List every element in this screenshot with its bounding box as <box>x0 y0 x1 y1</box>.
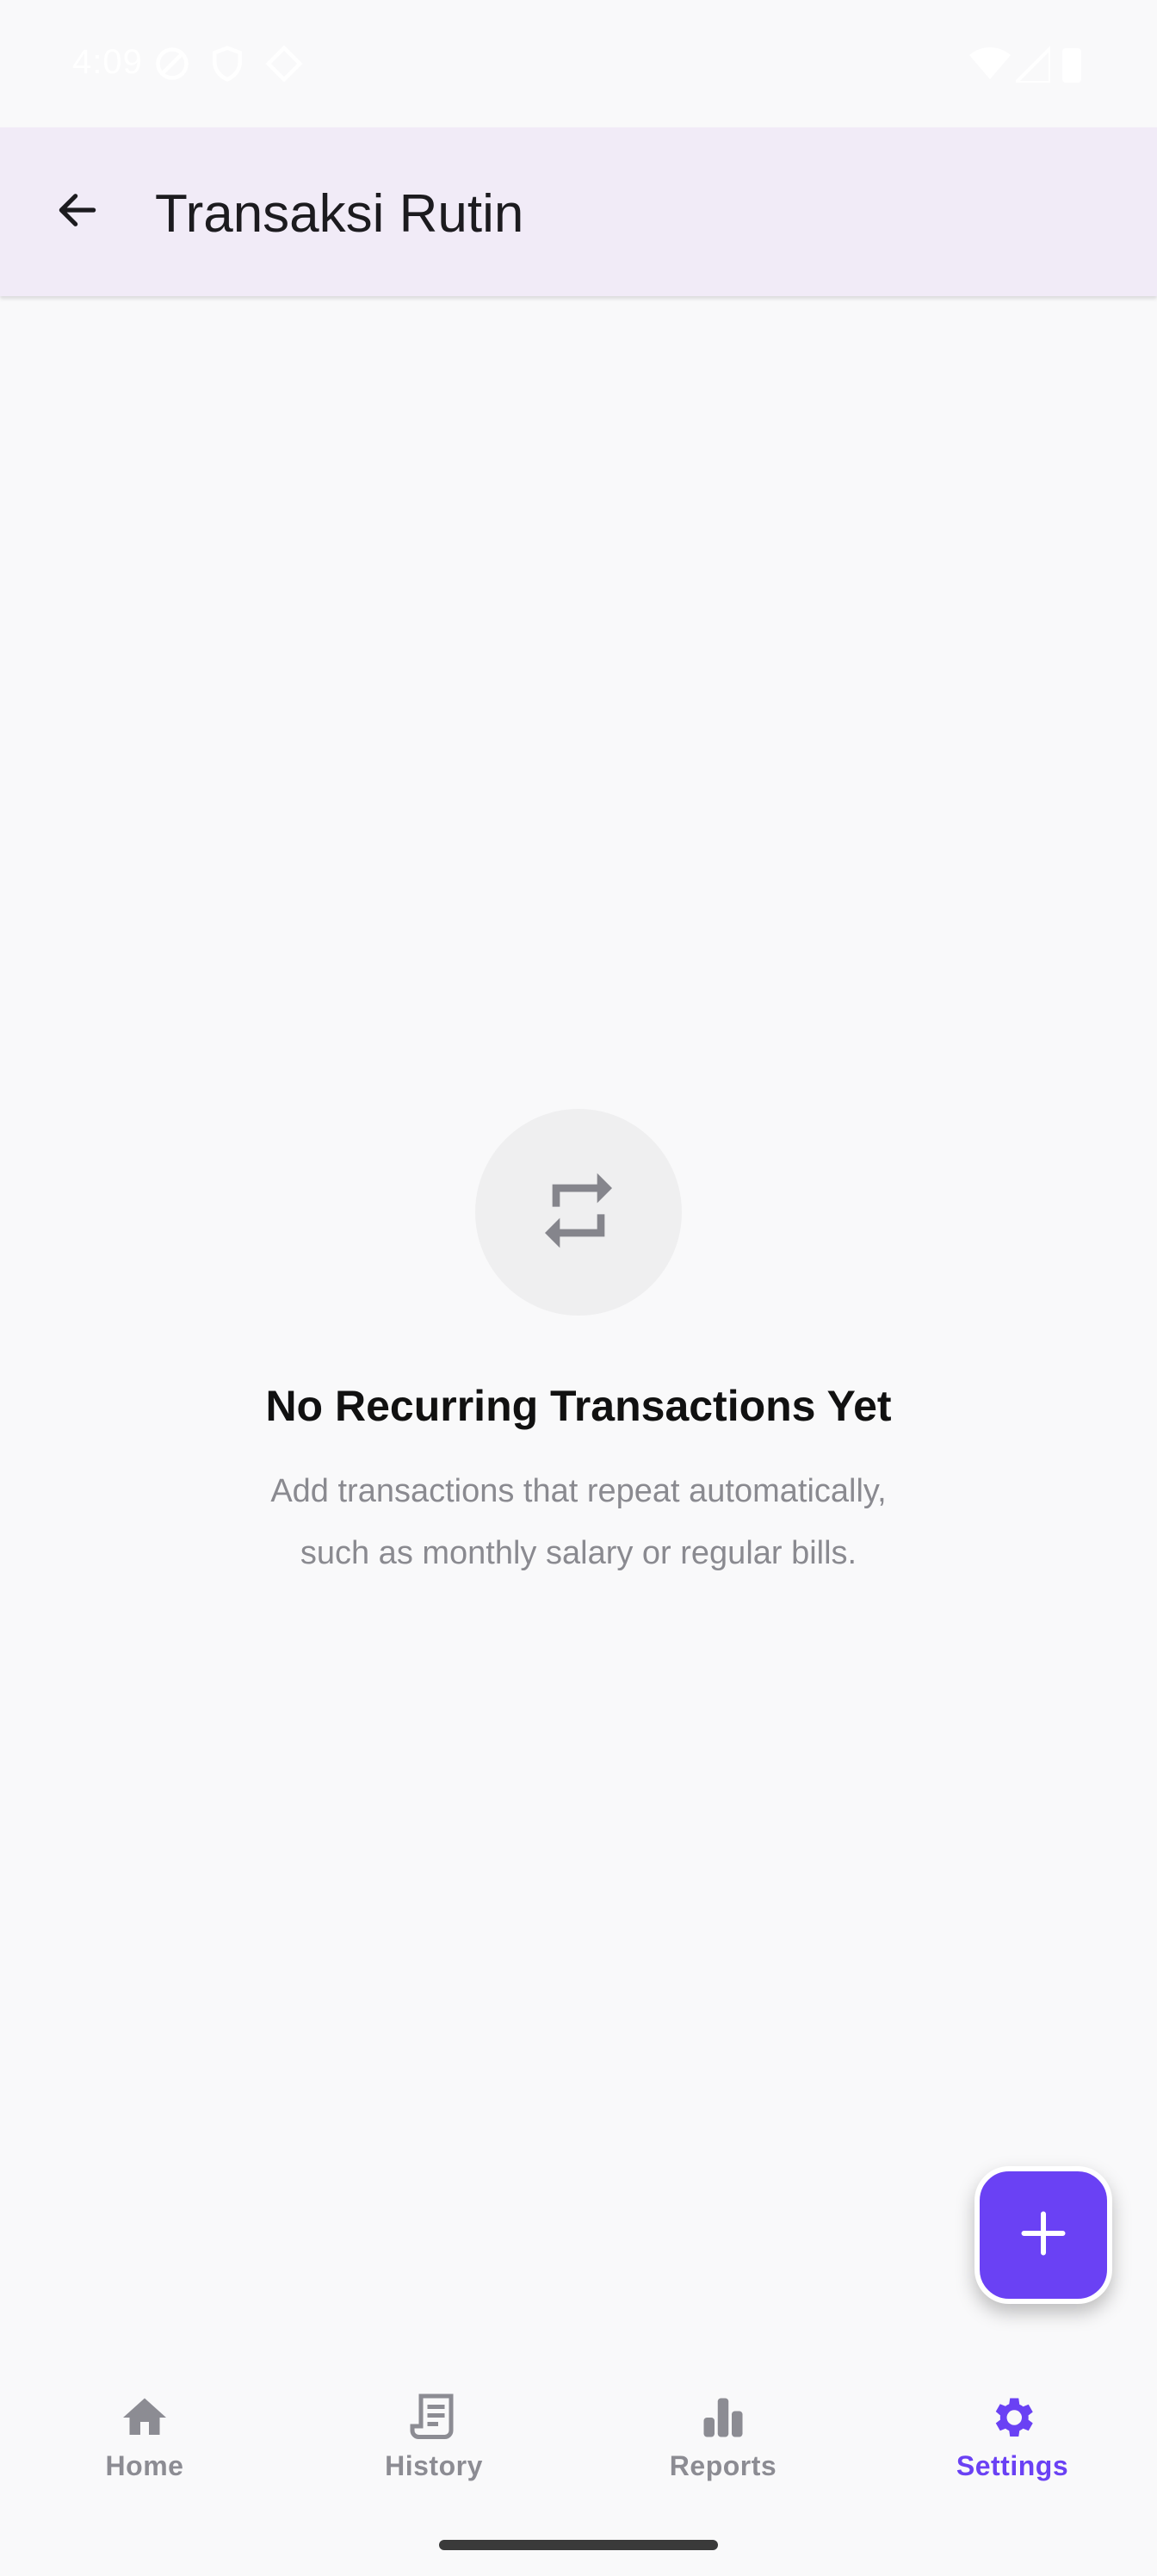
nav-item-home[interactable]: Home <box>59 2387 231 2490</box>
nav-label-reports: Reports <box>669 2450 777 2481</box>
page-title: Transaksi Rutin <box>155 184 524 244</box>
nav-item-history[interactable]: History <box>348 2387 520 2490</box>
status-time: 4:09 <box>72 43 143 81</box>
bar-chart-icon <box>692 2387 754 2449</box>
plus-icon <box>1018 2208 1069 2263</box>
empty-state-icon-circle <box>475 1109 682 1316</box>
sync-off-icon <box>153 45 191 87</box>
status-bar: 4:09 <box>0 0 1157 127</box>
gear-icon <box>981 2387 1043 2449</box>
nav-label-history: History <box>385 2450 483 2481</box>
receipt-icon <box>403 2387 465 2449</box>
nav-item-settings[interactable]: Settings <box>926 2387 1098 2490</box>
nav-label-settings: Settings <box>956 2450 1069 2481</box>
empty-state-line-1: Add transactions that repeat automatical… <box>270 1473 887 1509</box>
shield-icon <box>208 45 246 87</box>
nav-item-reports[interactable]: Reports <box>637 2387 809 2490</box>
arrow-left-icon <box>53 186 102 238</box>
diamond-icon <box>265 45 303 87</box>
app-bar: Transaksi Rutin <box>0 127 1157 296</box>
empty-state-title: No Recurring Transactions Yet <box>265 1382 892 1430</box>
add-recurring-button[interactable] <box>974 2166 1112 2304</box>
nav-label-home: Home <box>105 2450 184 2481</box>
wifi-icon <box>969 45 1011 87</box>
empty-state-description: Add transactions that repeat automatical… <box>200 1460 957 1584</box>
home-indicator[interactable] <box>439 2540 718 2550</box>
signal-icon <box>1012 44 1052 87</box>
repeat-icon <box>534 1166 623 1260</box>
back-button[interactable] <box>36 170 119 253</box>
home-icon <box>114 2387 176 2449</box>
empty-state-line-2: such as monthly salary or regular bills. <box>300 1535 857 1571</box>
battery-icon <box>1062 45 1081 87</box>
